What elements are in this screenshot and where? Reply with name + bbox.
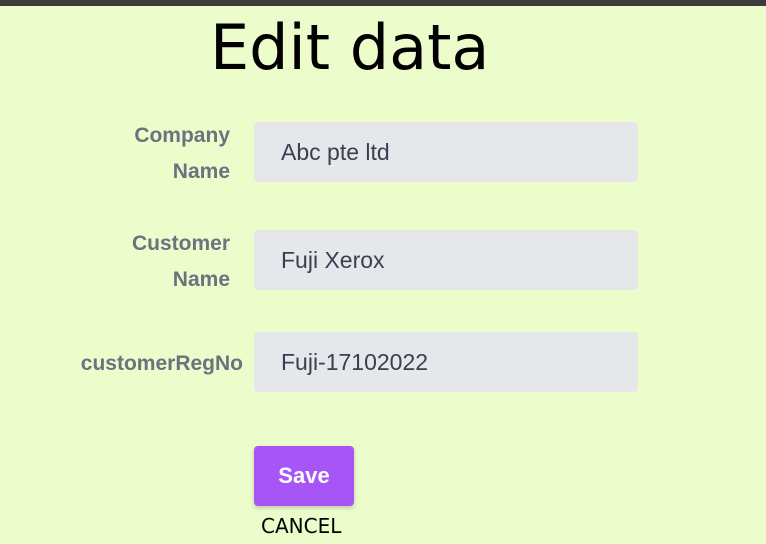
customer-name-input[interactable] [254, 230, 638, 290]
window-top-bar [0, 0, 766, 6]
customer-name-label-line2: Name [172, 268, 230, 291]
company-name-input[interactable] [254, 122, 638, 182]
customer-name-label: Customer Name [132, 226, 230, 298]
company-name-label: Company Name [134, 118, 230, 190]
customer-reg-no-label: customerRegNo [80, 352, 243, 375]
company-name-label-line2: Name [172, 160, 230, 183]
cancel-link[interactable]: CANCEL [261, 512, 341, 540]
customer-name-label-line1: Customer [131, 232, 230, 255]
save-button[interactable]: Save [254, 446, 354, 506]
customer-reg-no-input[interactable] [254, 332, 638, 392]
company-name-label-line1: Company [134, 124, 230, 147]
page-title: Edit data [210, 11, 490, 84]
